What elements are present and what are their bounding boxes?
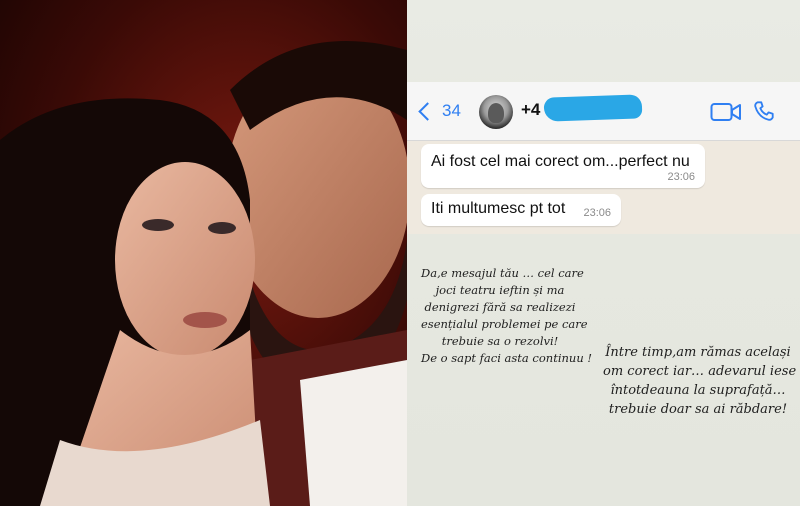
caption-line: joci teatru ieftin și ma	[435, 283, 565, 297]
phone-icon[interactable]	[753, 100, 775, 122]
caption-line: trebuie doar sa ai răbdare!	[608, 402, 788, 417]
contact-name[interactable]: +4	[521, 100, 540, 120]
video-camera-icon[interactable]	[710, 102, 742, 122]
message-bubble[interactable]: Iti multumesc pt tot 23:06	[421, 194, 621, 226]
message-time: 23:06	[667, 171, 695, 183]
caption-line: De o sapt faci asta continuu !	[421, 351, 593, 365]
caption-line: om corect iar… adevarul iese	[603, 364, 797, 379]
couple-photo-illustration	[0, 0, 407, 506]
caption-line: întotdeauna la suprafață…	[610, 383, 786, 398]
story-panel: 34 +4 Ai fost cel mai corect om...perfec…	[407, 0, 800, 506]
back-button[interactable]: 34	[417, 100, 461, 122]
message-bubble[interactable]: Ai fost cel mai corect om...perfect nu 2…	[421, 144, 705, 188]
caption-line: esențialul problemei pe care	[421, 317, 588, 331]
couple-photo	[0, 0, 407, 506]
caption-line: Da,e mesajul tău … cel care	[421, 266, 584, 280]
caption-right: Între timp,am rămas același om corect ia…	[603, 343, 797, 419]
caption-line: Între timp,am rămas același	[605, 345, 791, 360]
chat-header: 34 +4	[407, 82, 800, 141]
caption-line: denigrezi fără sa realizezi	[424, 300, 576, 314]
message-text: Ai fost cel mai corect om...perfect nu	[431, 153, 690, 170]
redaction-scribble	[543, 94, 643, 122]
chat-screenshot: 34 +4 Ai fost cel mai corect om...perfec…	[407, 82, 800, 234]
message-text: Iti multumesc pt tot	[431, 200, 566, 217]
caption-line: trebuie sa o rezolvi!	[441, 334, 559, 348]
avatar[interactable]	[479, 95, 513, 129]
message-time: 23:06	[583, 207, 611, 219]
chevron-left-icon	[418, 101, 437, 121]
caption-left: Da,e mesajul tău … cel care joci teatru …	[421, 265, 593, 367]
unread-count: 34	[442, 101, 461, 120]
